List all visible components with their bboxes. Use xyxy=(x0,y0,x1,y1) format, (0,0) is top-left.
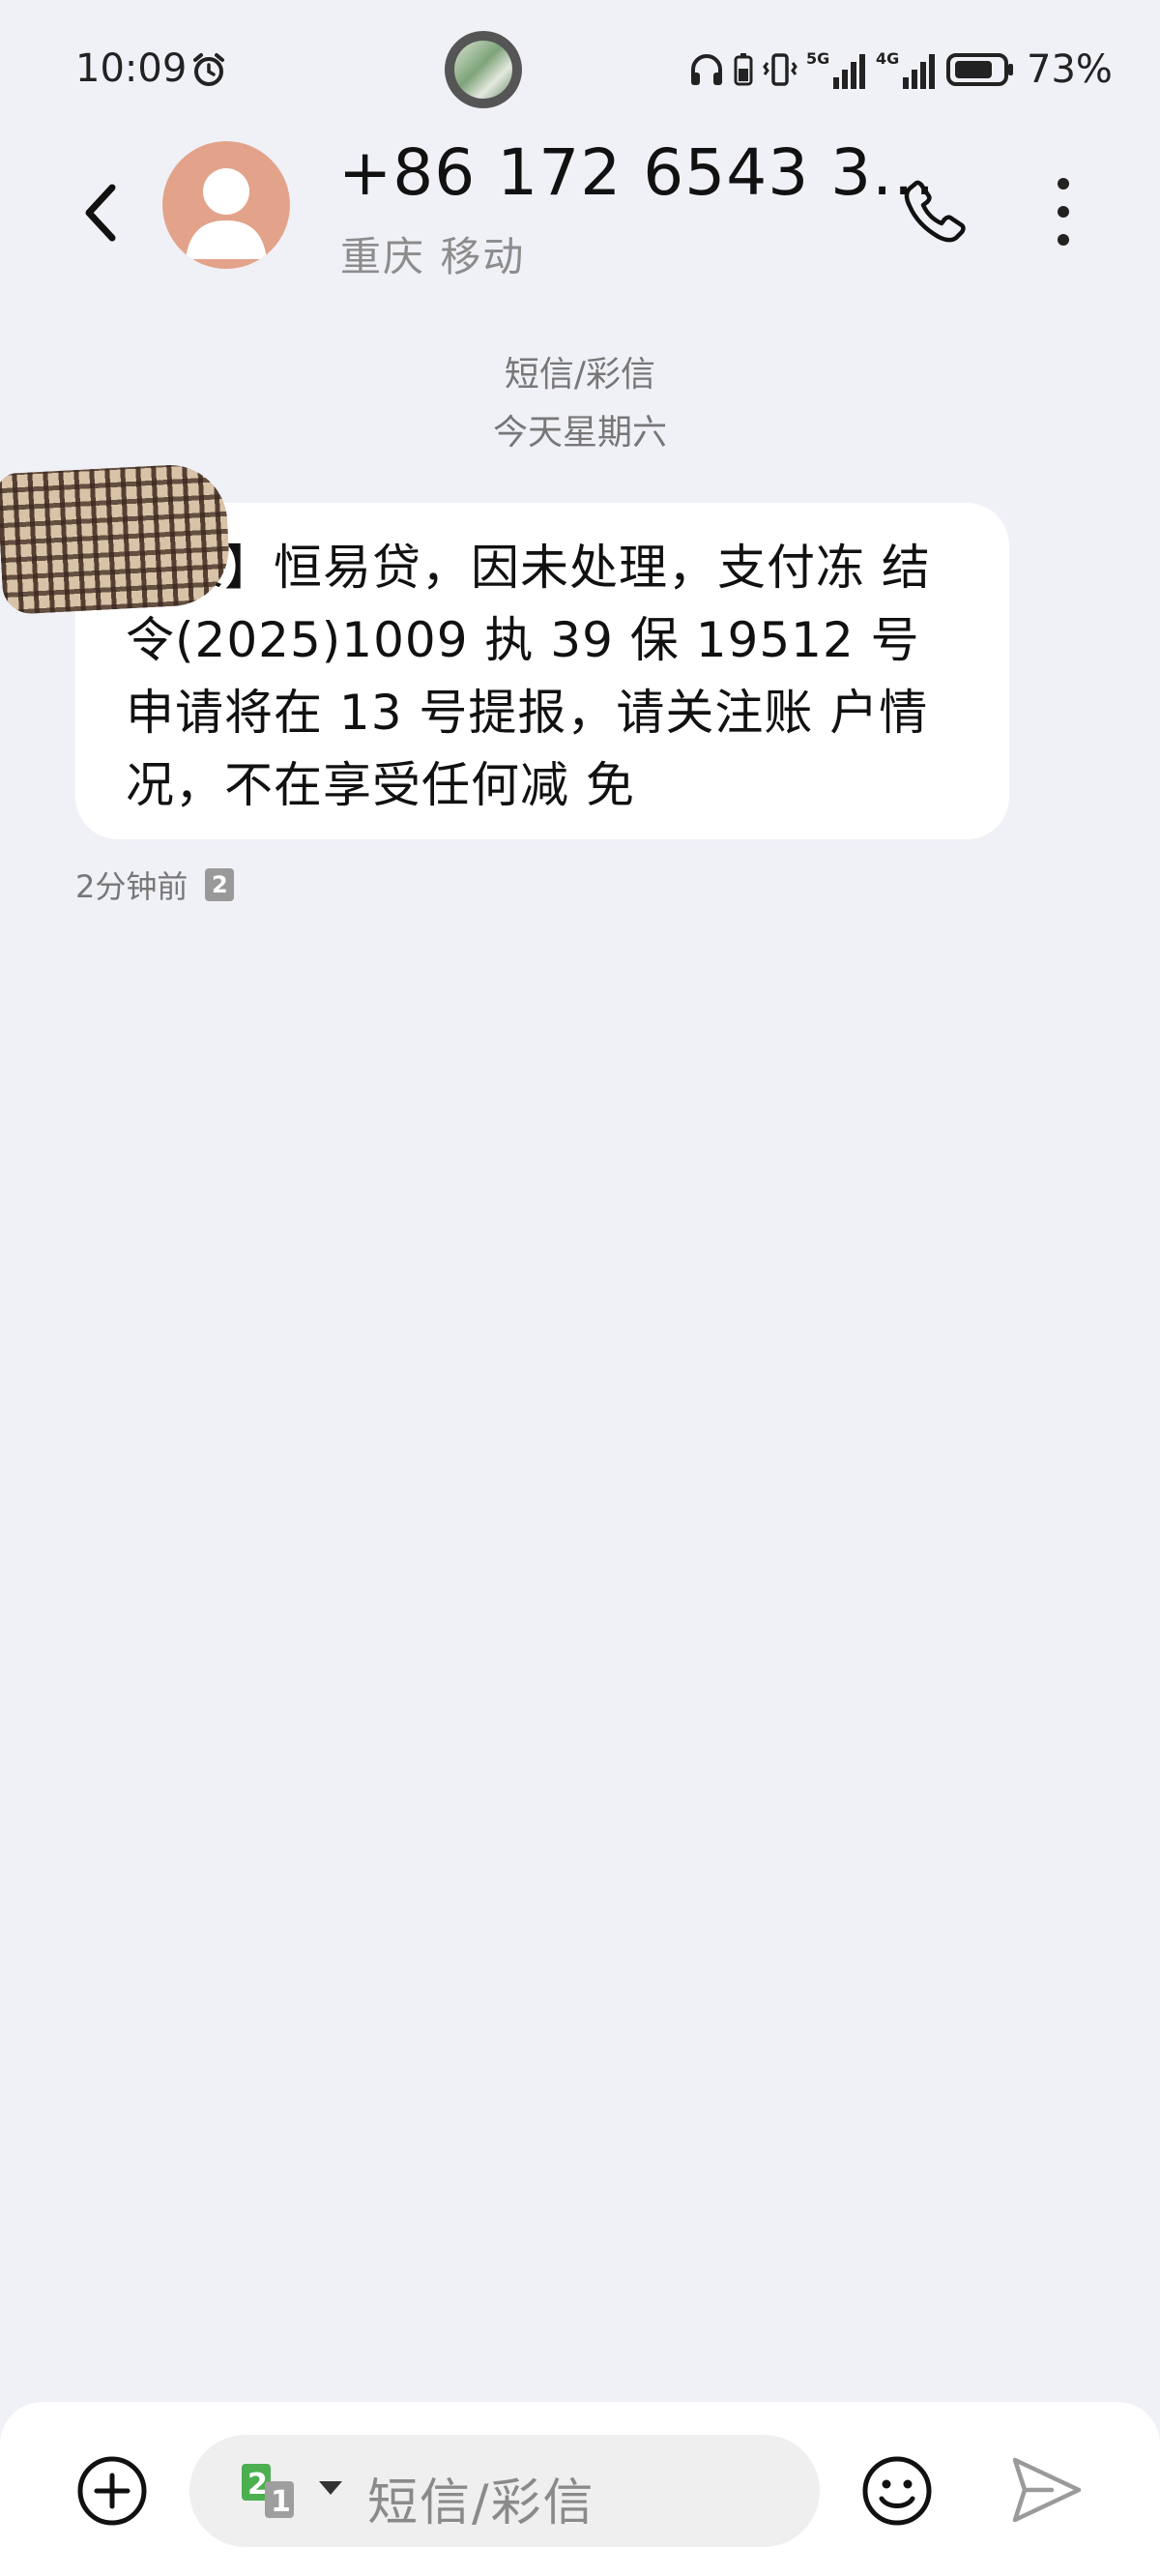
back-button[interactable] xyxy=(68,174,133,251)
system-status-icons: 5G 4G 73% xyxy=(688,46,1113,93)
signal-4g-icon: 4G xyxy=(876,49,935,89)
battery-icon xyxy=(946,53,1013,86)
contact-avatar[interactable] xyxy=(162,141,290,269)
notification-avatar-icon xyxy=(445,31,522,108)
date-separator: 今天星期六 xyxy=(492,413,667,453)
headphones-icon xyxy=(691,54,722,85)
contact-location: 重庆 移动 xyxy=(340,233,526,280)
input-placeholder: 短信/彩信 xyxy=(367,2474,595,2532)
network-4g-label: 4G xyxy=(876,49,899,68)
sim-primary-number: 2 xyxy=(247,2468,268,2502)
more-icon-dot xyxy=(1058,205,1069,218)
chevron-down-icon[interactable] xyxy=(319,2481,342,2495)
call-button[interactable] xyxy=(899,174,972,248)
signal-5g-icon: 5G xyxy=(806,49,865,89)
message-time: 2分钟前 xyxy=(75,868,188,905)
message-input[interactable]: 2 1 短信/彩信 xyxy=(189,2435,820,2547)
compose-bar: 2 1 短信/彩信 xyxy=(0,2402,1160,2576)
sim-badge: 2 xyxy=(205,868,235,901)
sim-secondary-number: 1 xyxy=(271,2485,291,2519)
vibrate-icon xyxy=(763,53,798,86)
more-icon-dot xyxy=(1058,233,1069,246)
contact-name[interactable]: +86 172 6543 3... xyxy=(338,135,936,210)
conversation-header: +86 172 6543 3... 重庆 移动 xyxy=(0,135,1160,280)
network-5g-label: 5G xyxy=(806,49,829,68)
more-icon-dot xyxy=(1058,178,1069,190)
status-bar: 10:09 5G 4G 73% xyxy=(0,0,1160,135)
back-icon xyxy=(85,184,116,242)
add-attachment-button[interactable] xyxy=(75,2454,149,2528)
more-options-button[interactable] xyxy=(1044,170,1083,253)
send-button[interactable] xyxy=(1009,2452,1085,2528)
message-text: 【某】恒易贷，因未处理，支付冻 结令(2025)1009 执 39 保 1951… xyxy=(126,540,931,813)
phone-icon xyxy=(904,180,966,243)
redaction-overlay xyxy=(0,461,232,616)
alarm-icon xyxy=(193,53,224,86)
status-time: 10:09 xyxy=(75,46,188,91)
message-type-label: 短信/彩信 xyxy=(504,355,656,395)
person-icon xyxy=(186,168,267,259)
emoji-button[interactable] xyxy=(860,2454,934,2528)
sim-selector-icon[interactable]: 2 1 xyxy=(240,2462,309,2520)
battery-percent: 73% xyxy=(1027,47,1113,92)
battery-small-icon xyxy=(734,53,753,86)
message-timestamp-row: 2分钟前 2 xyxy=(75,863,235,907)
